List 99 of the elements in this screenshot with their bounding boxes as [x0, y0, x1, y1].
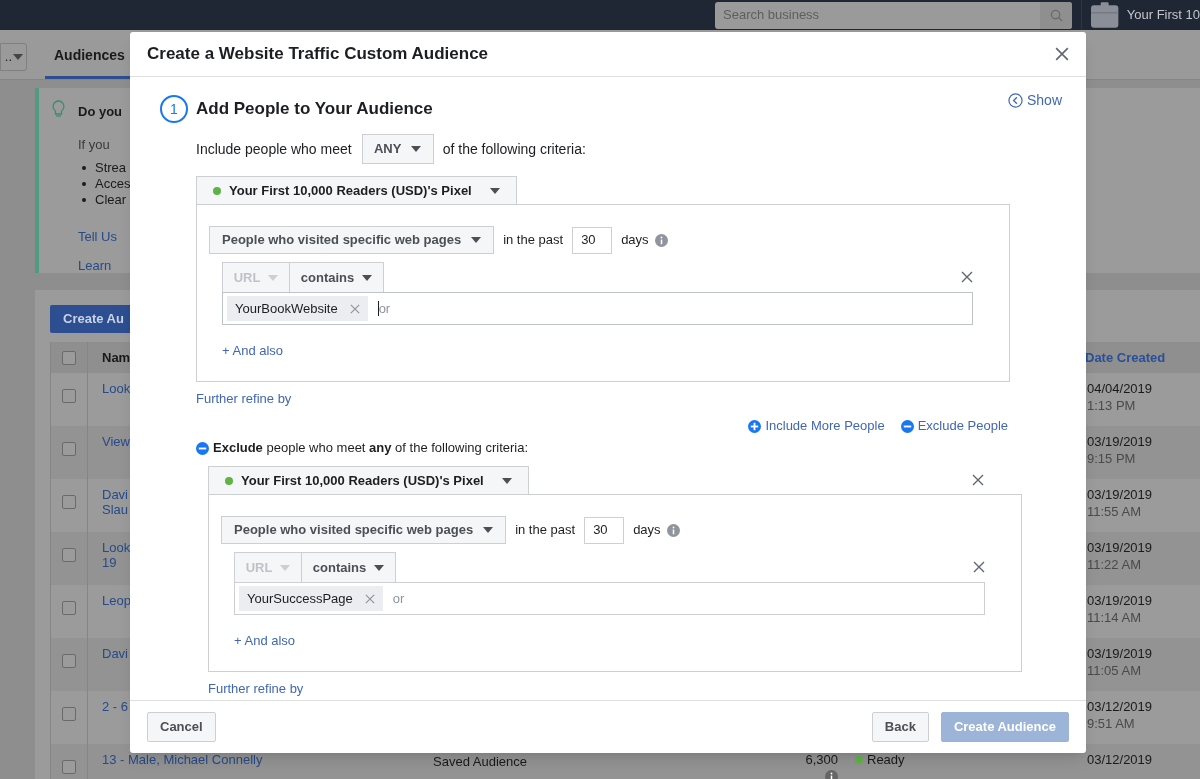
- url-tag: YourSuccessPage: [239, 586, 383, 611]
- caret-icon: [501, 477, 512, 484]
- days-label: days: [621, 231, 649, 250]
- column-header[interactable]: Nam: [102, 347, 131, 368]
- time-created: 1:13 PM: [1087, 398, 1137, 413]
- placeholder-text: or: [378, 299, 391, 318]
- url-tag: YourBookWebsite: [227, 296, 368, 321]
- checkbox[interactable]: [62, 495, 76, 509]
- further-refine-link[interactable]: Further refine by: [196, 391, 292, 406]
- view-dropdown[interactable]: ..: [0, 43, 27, 71]
- operator-dropdown[interactable]: contains: [301, 553, 395, 582]
- caret-icon: [471, 237, 482, 243]
- plus-circle-icon: [748, 419, 762, 433]
- in-the-past-label: in the past: [515, 521, 576, 540]
- info-icon: [654, 233, 668, 247]
- checkbox[interactable]: [62, 442, 76, 456]
- dialog-title: Create a Website Traffic Custom Audience: [147, 43, 489, 66]
- exclude-criteria-text: Exclude people who meet any of the following criteria:: [213, 439, 529, 458]
- info-icon: [666, 523, 680, 537]
- caret-icon: [489, 187, 500, 194]
- checkbox[interactable]: [62, 350, 76, 365]
- notice-title: Do you: [78, 103, 124, 121]
- exclude-link[interactable]: Exclude People: [900, 418, 1008, 434]
- audience-name-link[interactable]: Look: [102, 381, 130, 396]
- audience-name-link[interactable]: 2 - 6: [102, 699, 130, 714]
- bullet-text: Clear: [95, 191, 127, 210]
- caret-icon: [374, 564, 385, 571]
- caret-icon: [483, 527, 494, 533]
- status-label: Ready: [867, 752, 905, 767]
- operator-dropdown[interactable]: contains: [289, 263, 383, 292]
- bullet-text: Acces: [95, 175, 131, 194]
- days-label: days: [633, 521, 661, 540]
- and-also-link[interactable]: + And also: [222, 343, 284, 359]
- date-created: 03/19/2019: [1087, 540, 1154, 555]
- date-created: 04/04/2019: [1087, 381, 1154, 396]
- show-link[interactable]: Show: [1007, 90, 1062, 111]
- checkbox[interactable]: [62, 548, 76, 562]
- checkbox[interactable]: [62, 707, 76, 721]
- audience-name-link[interactable]: Davi Slau: [102, 487, 130, 517]
- checkbox[interactable]: [62, 760, 76, 774]
- audience-name-link[interactable]: Leop: [102, 593, 130, 608]
- minus-circle-icon[interactable]: [196, 441, 209, 455]
- close-icon[interactable]: [961, 271, 973, 283]
- close-icon[interactable]: [364, 593, 375, 604]
- date-created: 03/19/2019: [1087, 646, 1154, 661]
- pixel-dropdown[interactable]: Your First 10,000 Readers (USD)'s Pixel: [208, 466, 529, 494]
- further-refine-link[interactable]: Further refine by: [208, 681, 304, 696]
- close-icon[interactable]: [973, 561, 985, 573]
- step-number: 1: [160, 95, 188, 123]
- step-title: Add People to Your Audience: [196, 98, 433, 121]
- checkbox[interactable]: [62, 601, 76, 615]
- caret-icon: [13, 54, 23, 60]
- and-also-link[interactable]: + And also: [234, 633, 296, 649]
- notice-text: If you: [78, 135, 111, 154]
- rule-dropdown[interactable]: People who visited specific web pages: [221, 516, 507, 544]
- include-more-link[interactable]: Include More People: [748, 418, 885, 434]
- close-icon[interactable]: [1055, 47, 1069, 61]
- date-created: 03/19/2019: [1087, 593, 1154, 608]
- url-tag-field[interactable]: YourSuccessPage or: [234, 582, 985, 615]
- briefcase-icon[interactable]: [1091, 2, 1119, 28]
- checkbox[interactable]: [62, 654, 76, 668]
- close-icon[interactable]: [972, 474, 984, 486]
- notice-link[interactable]: Tell Us: [78, 227, 131, 247]
- search-icon[interactable]: [1049, 8, 1063, 22]
- lightbulb-icon: [52, 100, 65, 118]
- rule-dropdown[interactable]: People who visited specific web pages: [209, 226, 495, 254]
- minus-circle-icon: [900, 419, 914, 433]
- audience-size: 6,300: [805, 752, 838, 767]
- notice-link[interactable]: Learn: [78, 255, 131, 275]
- close-icon[interactable]: [349, 303, 360, 314]
- date-created: 03/19/2019: [1087, 487, 1154, 502]
- time-created: 11:55 AM: [1087, 504, 1142, 519]
- time-created: 11:14 AM: [1087, 610, 1142, 625]
- time-created: 11:05 AM: [1087, 663, 1142, 678]
- time-created: 9:15 PM: [1087, 451, 1137, 466]
- days-input[interactable]: 30: [584, 516, 625, 544]
- caret-icon: [411, 146, 422, 152]
- match-dropdown[interactable]: ANY: [361, 134, 434, 164]
- audience-type: Saved Audience: [433, 754, 527, 769]
- criteria-prefix: Include people who meet: [196, 139, 352, 159]
- secondary-button[interactable]: Back: [871, 712, 929, 742]
- date-created: 03/12/2019: [1087, 699, 1154, 714]
- placeholder-text: or: [392, 589, 405, 608]
- account-name[interactable]: Your First 10: [1126, 5, 1200, 25]
- date-created: 03/19/2019: [1087, 434, 1154, 449]
- time-created: 9:51 AM: [1087, 716, 1136, 731]
- bullet-text: Strea: [95, 159, 127, 178]
- secondary-button[interactable]: Cancel: [147, 712, 216, 742]
- in-the-past-label: in the past: [503, 231, 564, 250]
- caret-icon: [280, 564, 291, 571]
- checkbox[interactable]: [62, 389, 76, 403]
- text-cursor: [377, 301, 379, 316]
- days-input[interactable]: 30: [572, 226, 613, 254]
- criteria-suffix: of the following criteria:: [442, 139, 586, 159]
- chevron-circle-icon: [1007, 93, 1023, 108]
- url-tag-field[interactable]: YourBookWebsite or: [222, 292, 973, 325]
- date-created: 03/12/2019: [1087, 752, 1154, 767]
- pixel-dropdown[interactable]: Your First 10,000 Readers (USD)'s Pixel: [196, 176, 517, 204]
- time-created: 11:22 AM: [1087, 557, 1142, 572]
